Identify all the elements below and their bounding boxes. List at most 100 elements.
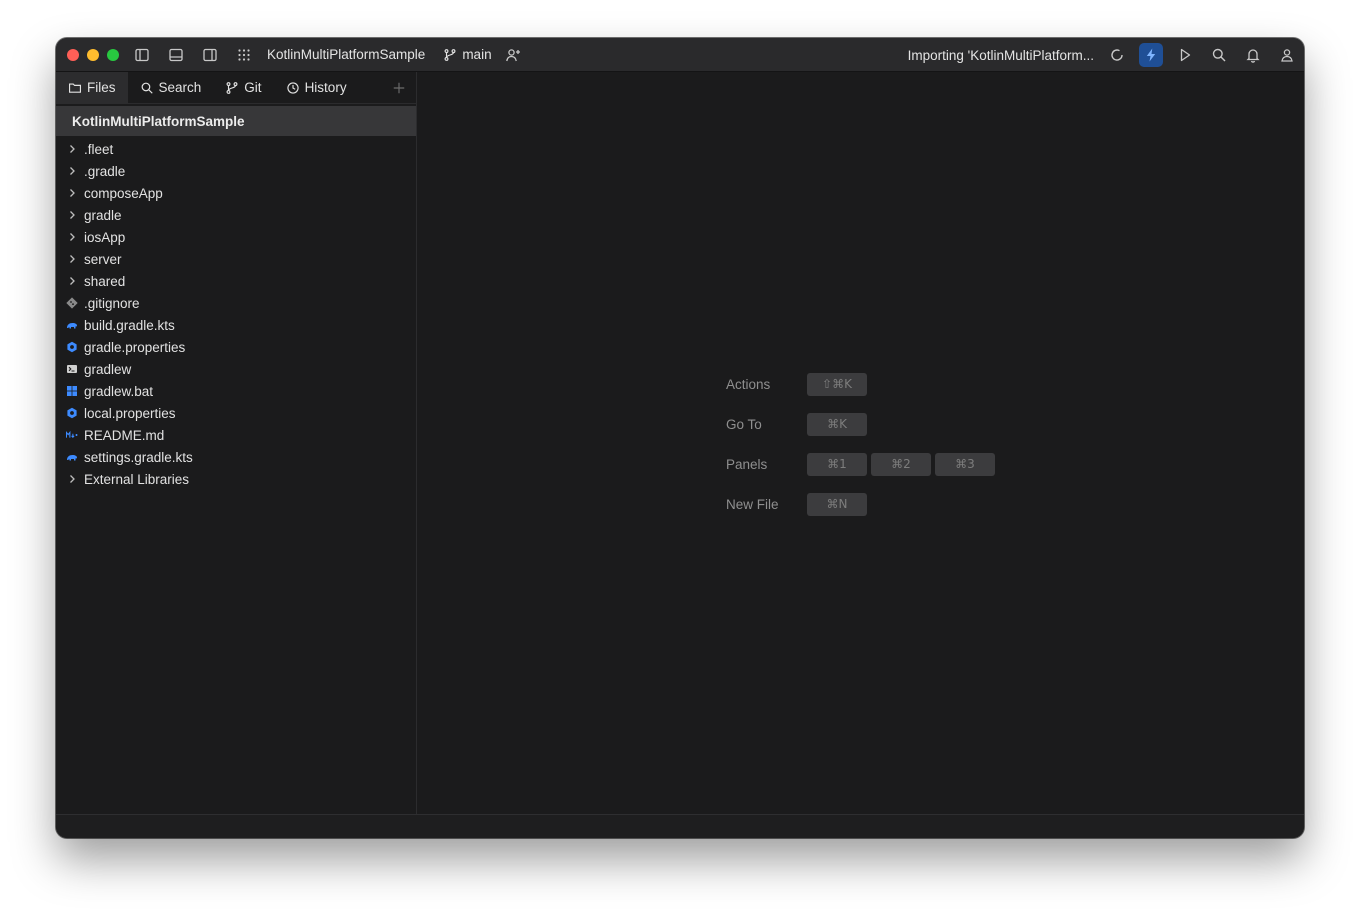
git-branch-icon [226,81,238,94]
gradle-elephant-icon [66,450,78,464]
shortcut-key[interactable]: ⌘1 [807,452,867,476]
tree-item-local-properties[interactable]: local.properties [56,402,416,424]
toggle-bottom-panel-icon[interactable] [159,38,193,72]
editor-area: Actions ⇧⌘K Go To ⌘K Panels ⌘1 ⌘2 ⌘3 New… [417,72,1304,814]
tree-item-gradle-dir[interactable]: .gradle [56,160,416,182]
search-icon [141,82,153,94]
tree-item-gitignore[interactable]: .gitignore [56,292,416,314]
tree-item-fleet[interactable]: .fleet [56,138,416,160]
title-bar: KotlinMultiPlatformSample main Importing… [56,38,1304,72]
apps-grid-icon[interactable] [227,38,261,72]
tree-item-server[interactable]: server [56,248,416,270]
toggle-left-panel-icon[interactable] [125,38,159,72]
windows-logo-icon [66,384,78,398]
title-bar-right: Importing 'KotlinMultiPlatform... [908,38,1304,72]
tab-git[interactable]: Git [213,72,273,104]
shortcut-row-new-file: New File ⌘N [726,484,995,524]
tab-search[interactable]: Search [128,72,214,104]
close-window-button[interactable] [67,48,79,61]
toggle-right-panel-icon[interactable] [193,38,227,72]
minimize-window-button[interactable] [87,48,99,61]
tree-item-gradle[interactable]: gradle [56,204,416,226]
branch-selector[interactable]: main [443,47,492,62]
shortcut-key[interactable]: ⌘N [807,492,867,516]
properties-hexagon-icon [66,406,78,420]
tree-item-composeapp[interactable]: composeApp [56,182,416,204]
tab-history[interactable]: History [274,72,359,104]
chevron-right-icon[interactable] [66,472,78,486]
zoom-window-button[interactable] [107,48,119,61]
chevron-right-icon[interactable] [66,208,78,222]
window-controls [67,48,119,61]
gradle-elephant-icon [66,318,78,332]
add-tab-plus-icon[interactable] [390,79,408,97]
tree-item-gradle-properties[interactable]: gradle.properties [56,336,416,358]
tab-files[interactable]: Files [56,71,128,104]
tree-item-label: .fleet [84,141,114,157]
tree-item-label: README.md [84,427,165,443]
notifications-bell-icon[interactable] [1236,38,1270,72]
tree-item-settings-gradle-kts[interactable]: settings.gradle.kts [56,446,416,468]
clock-icon [286,81,299,94]
search-icon[interactable] [1202,38,1236,72]
chevron-right-icon[interactable] [66,186,78,200]
git-file-icon [66,296,78,310]
tree-item-label: build.gradle.kts [84,317,175,333]
tree-item-label: gradle.properties [84,339,186,355]
tab-files-label: Files [87,80,116,95]
chevron-right-icon[interactable] [66,230,78,244]
tree-item-label: .gitignore [84,295,140,311]
tree-item-shared[interactable]: shared [56,270,416,292]
tree-item-external-libraries[interactable]: External Libraries [56,468,416,490]
properties-hexagon-icon [66,340,78,354]
shortcut-key[interactable]: ⇧⌘K [807,372,867,396]
chevron-right-icon[interactable] [66,142,78,156]
shortcut-key[interactable]: ⌘3 [935,452,995,476]
tree-item-label: local.properties [84,405,176,421]
tree-item-build-gradle-kts[interactable]: build.gradle.kts [56,314,416,336]
shortcut-label: New File [726,496,779,512]
shortcut-hints: Actions ⇧⌘K Go To ⌘K Panels ⌘1 ⌘2 ⌘3 New… [726,364,995,524]
branch-name: main [462,47,492,62]
project-name[interactable]: KotlinMultiPlatformSample [267,47,425,62]
loading-spinner-icon [1100,38,1134,72]
import-status[interactable]: Importing 'KotlinMultiPlatform... [908,48,1094,63]
tree-item-gradlew[interactable]: gradlew [56,358,416,380]
tree-item-label: gradle [84,207,122,223]
layout-toggles [125,38,261,72]
tree-item-label: settings.gradle.kts [84,449,193,465]
tab-history-label: History [304,80,347,95]
shortcut-label: Panels [726,456,768,472]
shortcut-key[interactable]: ⌘2 [871,452,931,476]
status-bar [56,814,1304,838]
project-root-node[interactable]: KotlinMultiPlatformSample [56,106,416,136]
file-tree: .fleet .gradle composeApp gradle iosApp … [56,138,416,490]
tree-item-label: .gradle [84,163,126,179]
add-collaborator-icon[interactable] [496,38,530,72]
tree-item-gradlew-bat[interactable]: gradlew.bat [56,380,416,402]
shortcut-label: Actions [726,376,771,392]
shortcut-key[interactable]: ⌘K [807,412,867,436]
tree-item-readme[interactable]: README.md [56,424,416,446]
tab-search-label: Search [158,80,202,95]
smart-mode-lightning-icon[interactable] [1139,43,1163,67]
tab-git-label: Git [244,80,262,95]
tree-item-label: shared [84,273,126,289]
tree-item-label: gradlew.bat [84,383,154,399]
tree-item-label: iosApp [84,229,126,245]
shortcut-row-panels: Panels ⌘1 ⌘2 ⌘3 [726,444,995,484]
shortcut-row-actions: Actions ⇧⌘K [726,364,995,404]
chevron-right-icon[interactable] [66,164,78,178]
chevron-right-icon[interactable] [66,252,78,266]
sidebar: Files Search Git History KotlinMultiPlat… [56,71,417,814]
chevron-right-icon[interactable] [66,274,78,288]
terminal-file-icon [66,362,78,376]
run-icon[interactable] [1168,38,1202,72]
tree-item-iosapp[interactable]: iosApp [56,226,416,248]
shortcut-row-goto: Go To ⌘K [726,404,995,444]
markdown-icon [66,428,78,442]
folder-icon [69,82,81,93]
account-user-icon[interactable] [1270,38,1304,72]
app-window: KotlinMultiPlatformSample main Importing… [56,38,1304,838]
git-branch-icon [444,48,456,61]
